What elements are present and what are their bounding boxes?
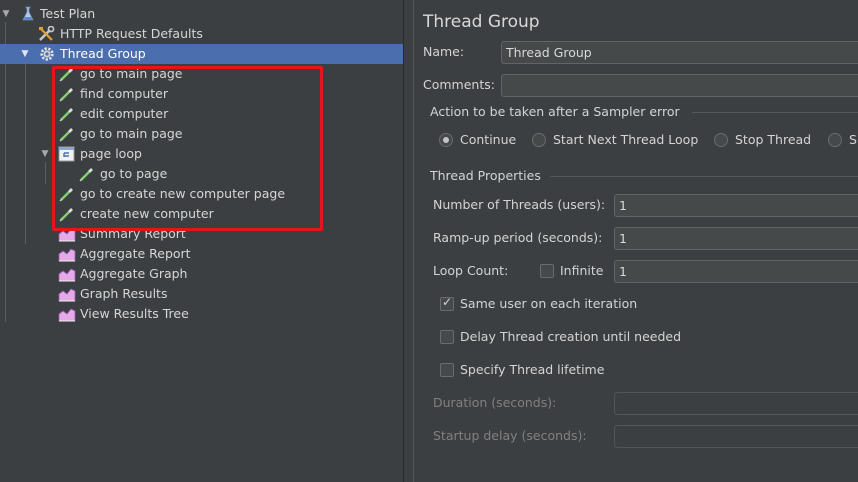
infinite-checkbox[interactable]	[540, 264, 554, 278]
delay-creation-label[interactable]: Delay Thread creation until needed	[460, 329, 681, 344]
flask-icon	[19, 6, 37, 22]
tree-item-listener[interactable]: Aggregate Report	[0, 244, 403, 264]
infinite-label[interactable]: Infinite	[560, 263, 603, 278]
wrench-icon	[38, 25, 56, 42]
tree-item-listener[interactable]: View Results Tree	[0, 304, 403, 324]
tree-item-label: Aggregate Graph	[80, 266, 188, 281]
startup-delay-field[interactable]	[614, 425, 858, 448]
delay-creation-checkbox[interactable]	[440, 330, 454, 344]
red-highlight-box	[52, 66, 323, 231]
start-next-thread-loop-radio[interactable]	[532, 133, 546, 147]
tree-item-listener[interactable]: Graph Results	[0, 284, 403, 304]
tree-item-label: Thread Group	[60, 46, 146, 61]
tree-item-label: Test Plan	[40, 6, 96, 21]
num-threads-field[interactable]: 1	[614, 194, 858, 217]
name-field[interactable]: Thread Group	[501, 41, 858, 64]
continue-radio-label[interactable]: Continue	[460, 132, 516, 147]
thread-group-panel: Thread Group Name: Thread Group Comments…	[414, 0, 858, 482]
stop-test-label[interactable]: S	[849, 132, 857, 147]
panel-title: Thread Group	[423, 12, 540, 32]
tree-item-http-request-defaults[interactable]: HTTP Request Defaults	[0, 24, 403, 44]
section-divider	[550, 176, 858, 177]
gear-icon	[38, 46, 56, 62]
continue-radio[interactable]	[439, 133, 453, 147]
sampler-error-heading: Action to be taken after a Sampler error	[430, 104, 680, 119]
test-plan-tree[interactable]: ▼ Test Plan HTTP Request Defaults ▼ Thre…	[0, 0, 403, 482]
tree-item-label: View Results Tree	[80, 306, 189, 321]
report-chart-icon	[58, 306, 76, 322]
same-user-checkbox[interactable]	[440, 295, 454, 311]
comments-field[interactable]	[501, 74, 858, 97]
tree-item-label: Aggregate Report	[80, 246, 191, 261]
thread-properties-heading: Thread Properties	[430, 168, 541, 183]
specify-lifetime-checkbox[interactable]	[440, 363, 454, 377]
tree-item-test-plan[interactable]: ▼ Test Plan	[0, 4, 403, 24]
ramp-up-field[interactable]: 1	[614, 227, 858, 250]
expand-arrow-icon[interactable]: ▼	[0, 4, 12, 24]
expand-arrow-icon[interactable]: ▼	[39, 144, 51, 164]
tree-item-label: HTTP Request Defaults	[60, 26, 203, 41]
loop-count-field[interactable]: 1	[614, 260, 858, 283]
split-pane-divider[interactable]	[403, 0, 414, 482]
stop-thread-label[interactable]: Stop Thread	[735, 132, 811, 147]
same-user-label[interactable]: Same user on each iteration	[460, 296, 637, 311]
loop-count-label: Loop Count:	[433, 263, 509, 278]
comments-label: Comments:	[423, 77, 495, 92]
ramp-up-label: Ramp-up period (seconds):	[433, 230, 603, 245]
stop-thread-radio[interactable]	[714, 133, 728, 147]
num-threads-label: Number of Threads (users):	[433, 197, 606, 212]
section-divider	[692, 112, 858, 113]
stop-test-radio[interactable]	[828, 133, 842, 147]
expand-arrow-icon[interactable]: ▼	[19, 44, 31, 64]
duration-field[interactable]	[614, 392, 858, 415]
tree-item-label: Graph Results	[80, 286, 168, 301]
name-label: Name:	[423, 44, 465, 59]
report-chart-icon	[58, 246, 76, 262]
tree-item-thread-group[interactable]: ▼ Thread Group	[0, 44, 403, 64]
specify-lifetime-label[interactable]: Specify Thread lifetime	[460, 362, 604, 377]
startup-delay-label: Startup delay (seconds):	[433, 428, 587, 443]
tree-item-listener[interactable]: Aggregate Graph	[0, 264, 403, 284]
duration-label: Duration (seconds):	[433, 395, 557, 410]
start-next-thread-loop-label[interactable]: Start Next Thread Loop	[553, 132, 698, 147]
report-chart-icon	[58, 286, 76, 302]
report-chart-icon	[58, 266, 76, 282]
